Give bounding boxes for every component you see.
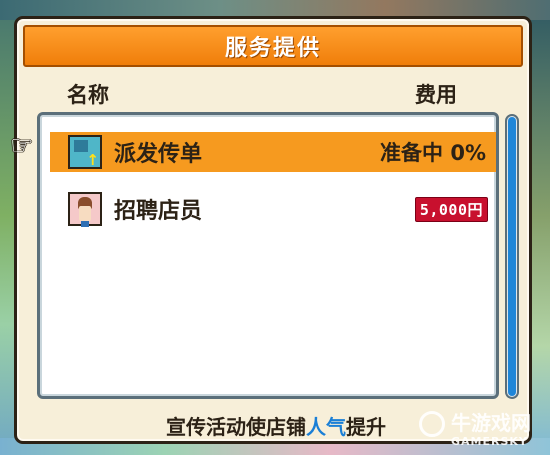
dialog-title: 服务提供	[23, 25, 523, 67]
watermark: 牛游戏网 GAMERSKY	[415, 407, 550, 455]
flyer-icon	[68, 135, 102, 169]
footer-suffix: 提升	[346, 415, 386, 439]
service-item-status: 准备中 0%	[380, 141, 486, 165]
footer-highlight: 人气	[306, 415, 346, 439]
column-header-cost: 费用	[415, 83, 457, 107]
service-item-label: 派发传单	[114, 142, 203, 167]
service-item-label: 招聘店员	[114, 199, 203, 224]
column-header-name: 名称	[67, 83, 109, 107]
pointing-hand-icon: ☞	[10, 131, 34, 161]
watermark-site: 牛游戏网	[451, 411, 531, 435]
service-item-staff[interactable]: 招聘店员 5,000円	[50, 189, 496, 229]
watermark-brand: GAMERSKY	[451, 435, 528, 448]
service-list: 派发传单 准备中 0% 招聘店员 5,000円	[37, 112, 499, 399]
service-item-flyer[interactable]: 派发传单 准备中 0%	[50, 132, 496, 172]
service-dialog: 服务提供 名称 费用 派发传单 准备中 0% 招聘店员 5,000円 宣传活动使…	[14, 16, 532, 444]
list-scrollbar[interactable]	[505, 114, 519, 399]
game-background-right	[530, 20, 550, 455]
scroll-thumb[interactable]	[508, 117, 516, 396]
footer-prefix: 宣传活动使店铺	[166, 415, 306, 439]
watermark-logo-icon	[419, 411, 445, 437]
staff-icon	[68, 192, 102, 226]
price-badge: 5,000円	[414, 196, 488, 222]
